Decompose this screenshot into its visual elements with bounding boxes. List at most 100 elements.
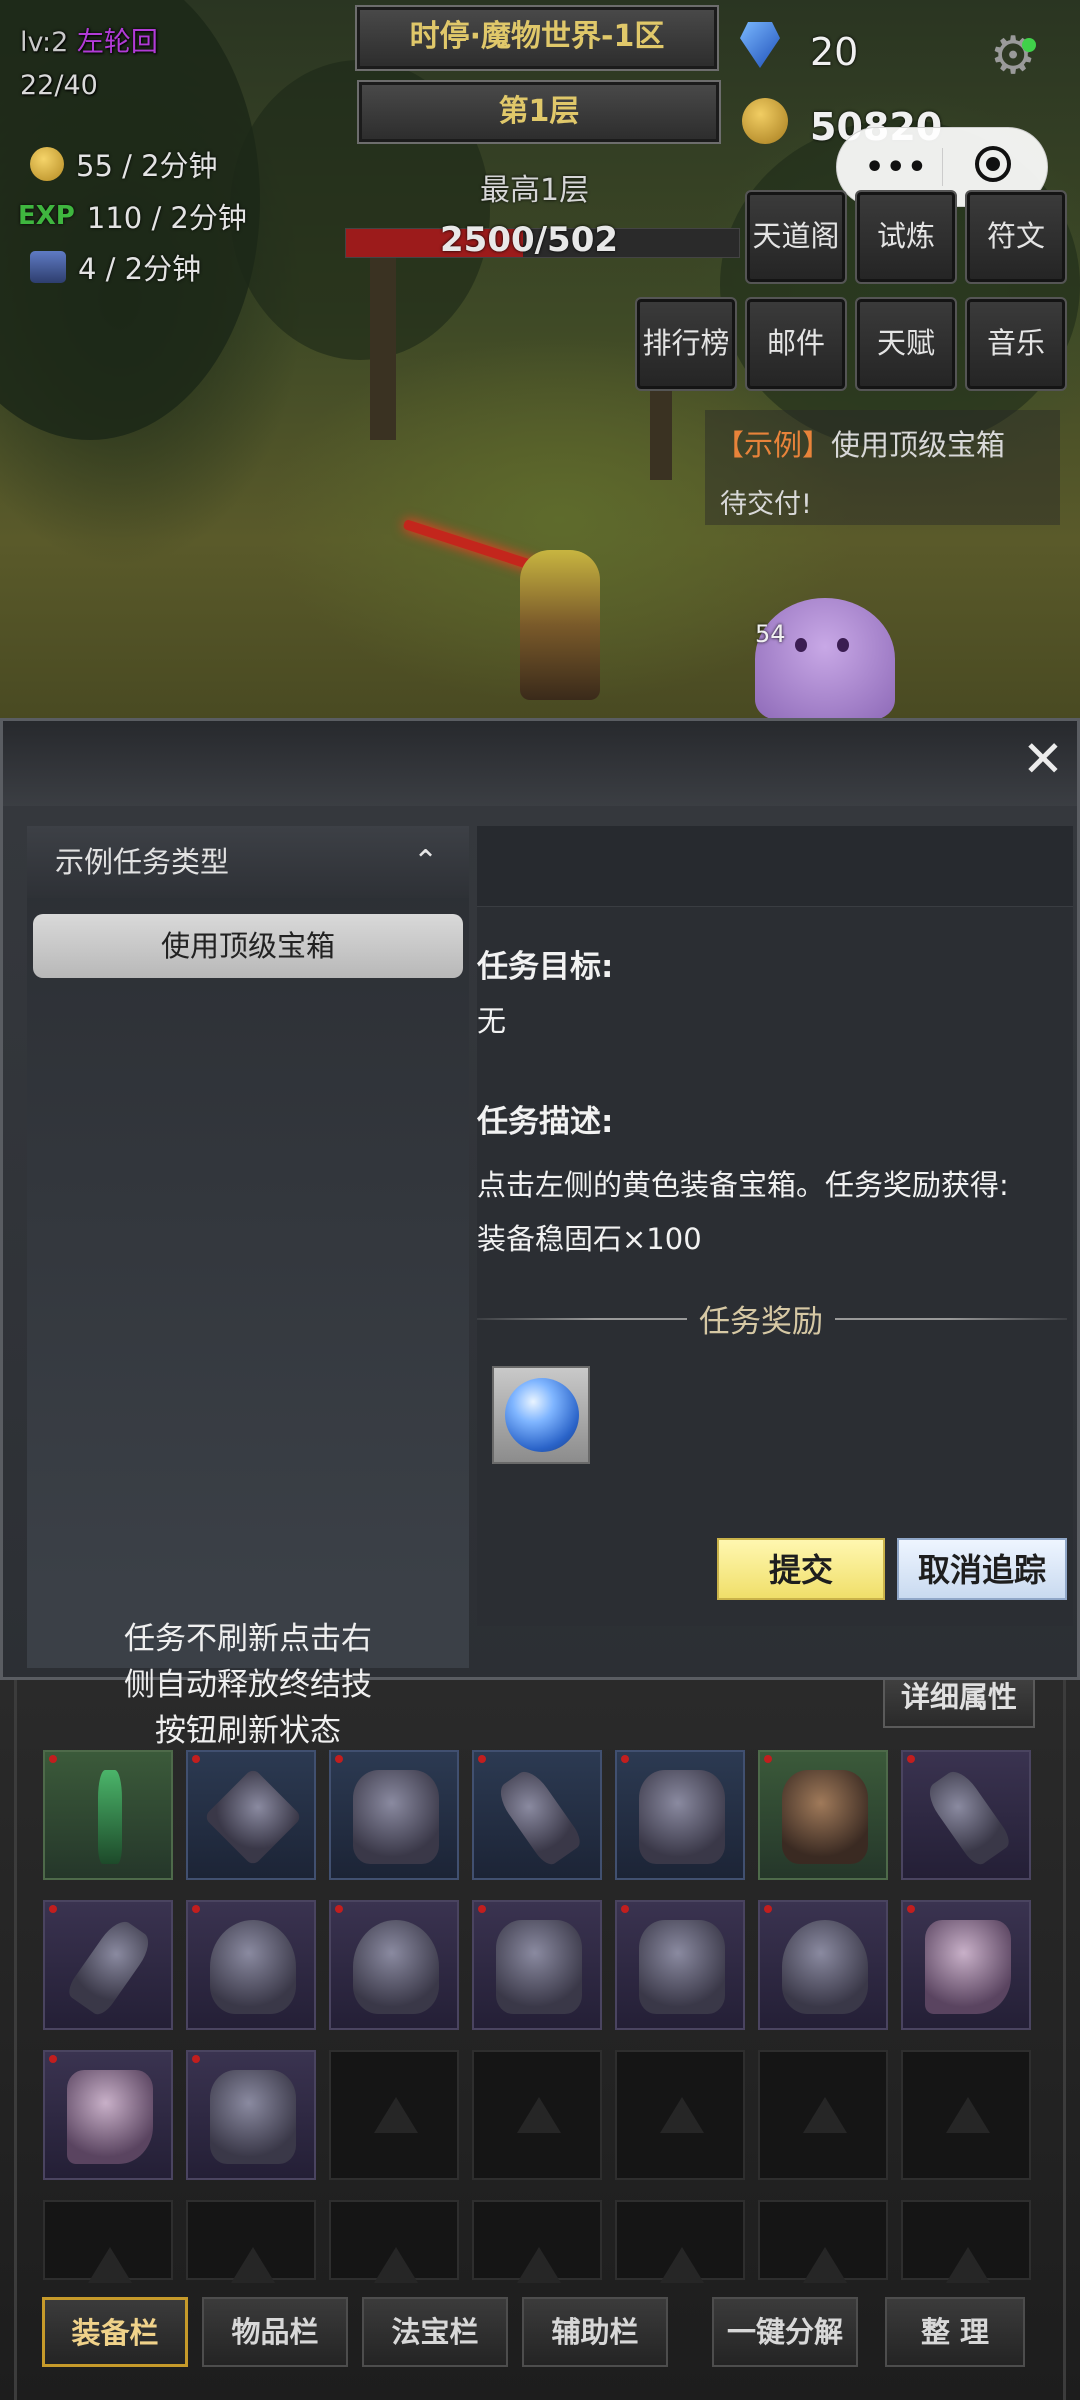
new-item-dot [335,1755,343,1763]
new-item-dot [192,1905,200,1913]
equipment-slot[interactable] [758,1750,888,1880]
equipment-slot[interactable] [758,1900,888,2030]
empty-slot[interactable] [758,2050,888,2180]
armor-icon [353,1770,439,1864]
new-item-dot [764,1905,772,1913]
empty-slot[interactable] [758,2200,888,2283]
equipment-slot[interactable] [329,1900,459,2030]
tab-equipment[interactable]: 装备栏 [42,2297,188,2367]
equipment-slot[interactable] [186,1900,316,2030]
quest-dialog: ✕ 示例任务类型 ⌃ 使用顶级宝箱 任务不刷新点击右 侧自动释放终结技 按钮刷新… [0,718,1080,1749]
empty-slot[interactable] [472,2200,602,2283]
menu-button-trial[interactable]: 试炼 [855,190,957,284]
empty-slot[interactable] [901,2200,1031,2283]
exp-icon: EXP [18,201,75,231]
equipment-slot[interactable] [472,1750,602,1880]
close-icon[interactable]: ✕ [1013,729,1073,789]
new-item-dot [192,1755,200,1763]
tab-treasures[interactable]: 法宝栏 [362,2297,508,2367]
reward-heading: 任务奖励 [687,1296,835,1341]
chest-rate-row: 4 / 2分钟 [30,246,201,288]
close-target-icon[interactable] [975,146,1011,182]
refresh-hint-line: 侧自动释放终结技 [124,1667,372,1703]
equipment-slot[interactable] [43,1900,173,2030]
menu-button-leaderboard[interactable]: 排行榜 [635,297,737,391]
new-item-dot [192,2055,200,2063]
floor-banner[interactable]: 第1层 [357,80,721,144]
gem-count: 20 [810,30,859,74]
exp-rate-row: EXP 110 / 2分钟 [18,195,247,237]
submit-button[interactable]: 提交 [717,1538,885,1600]
equipment-slot[interactable] [615,1900,745,2030]
boots-icon [925,1920,1011,2014]
dialog-header [3,721,1077,806]
helmet-icon [353,1920,439,2014]
quest-list-panel: 示例任务类型 ⌃ 使用顶级宝箱 任务不刷新点击右 侧自动释放终结技 按钮刷新状态 [27,826,469,1749]
tab-items[interactable]: 物品栏 [202,2297,348,2367]
decompose-all-button[interactable]: 一键分解 [712,2297,858,2367]
quest-category-header[interactable]: 示例任务类型 ⌃ [27,826,469,898]
equipment-slot[interactable] [43,1750,173,1880]
armor-icon [496,1920,582,2014]
new-item-dot [621,1755,629,1763]
new-item-dot [907,1905,915,1913]
more-menu-icon[interactable]: ••• [865,150,929,185]
menu-button-rune[interactable]: 符文 [965,190,1067,284]
server-title-banner[interactable]: 时停·魔物世界-1区 [355,5,719,71]
boots-icon [67,2070,153,2164]
sort-button[interactable]: 整 理 [885,2297,1025,2367]
empty-slot[interactable] [43,2200,173,2283]
chest-rate: 4 / 2分钟 [78,252,202,286]
new-item-dot [764,1755,772,1763]
empty-slot[interactable] [615,2050,745,2180]
cancel-tracking-button[interactable]: 取消追踪 [897,1538,1067,1600]
helmet-icon [782,1920,868,2014]
best-floor: 最高1层 [480,173,590,208]
new-item-dot [49,1905,57,1913]
equipment-slot[interactable] [472,1900,602,2030]
tab-auxiliary[interactable]: 辅助栏 [522,2297,668,2367]
stabilizing-stone-icon [505,1378,579,1452]
menu-button-tiandaoge[interactable]: 天道阁 [745,190,847,284]
gold-rate-row: 55 / 2分钟 [30,143,218,185]
quest-name: 使用顶级宝箱 [831,428,1006,462]
quest-status: 待交付! [720,489,812,520]
empty-slot[interactable] [901,2050,1031,2180]
bracer-icon [922,1765,1014,1869]
equipment-slot[interactable] [43,2050,173,2180]
quest-list-item[interactable]: 使用顶级宝箱 [33,914,463,978]
coin-icon [30,147,64,181]
empty-slot[interactable] [329,2200,459,2283]
hero-character [520,550,600,700]
empty-slot[interactable] [186,2200,316,2283]
monster-eye [837,638,849,652]
equipment-slot[interactable] [186,2050,316,2180]
equipment-slot[interactable] [901,1900,1031,2030]
refresh-hint-line: 任务不刷新点击右 [124,1621,372,1657]
settings-gear-icon[interactable]: ⚙ [985,28,1041,84]
chevron-up-icon: ⌃ [413,844,439,879]
equipment-slot[interactable] [615,1750,745,1880]
empty-slot[interactable] [329,2050,459,2180]
equipment-slot[interactable] [186,1750,316,1880]
quest-tracker[interactable]: 【示例】使用顶级宝箱 待交付! [705,410,1060,525]
gold-coin-icon [742,98,788,144]
damage-number: 54 [755,620,786,648]
empty-slot[interactable] [472,2050,602,2180]
reward-item-slot[interactable] [492,1366,590,1464]
empty-slot[interactable] [615,2200,745,2283]
menu-button-mail[interactable]: 邮件 [745,297,847,391]
gold-rate: 55 / 2分钟 [76,149,218,183]
new-item-dot [335,1905,343,1913]
sword-icon [98,1770,122,1864]
bracer-icon [493,1765,585,1869]
monster-character[interactable] [755,598,895,720]
quest-tag: 【示例】 [715,428,832,462]
detail-header-bar [477,826,1073,907]
equipment-slot[interactable] [901,1750,1031,1880]
armor-icon [210,2070,296,2164]
equipment-slot[interactable] [329,1750,459,1880]
menu-button-talent[interactable]: 天赋 [855,297,957,391]
description-heading: 任务描述: [477,1104,614,1140]
menu-button-music[interactable]: 音乐 [965,297,1067,391]
